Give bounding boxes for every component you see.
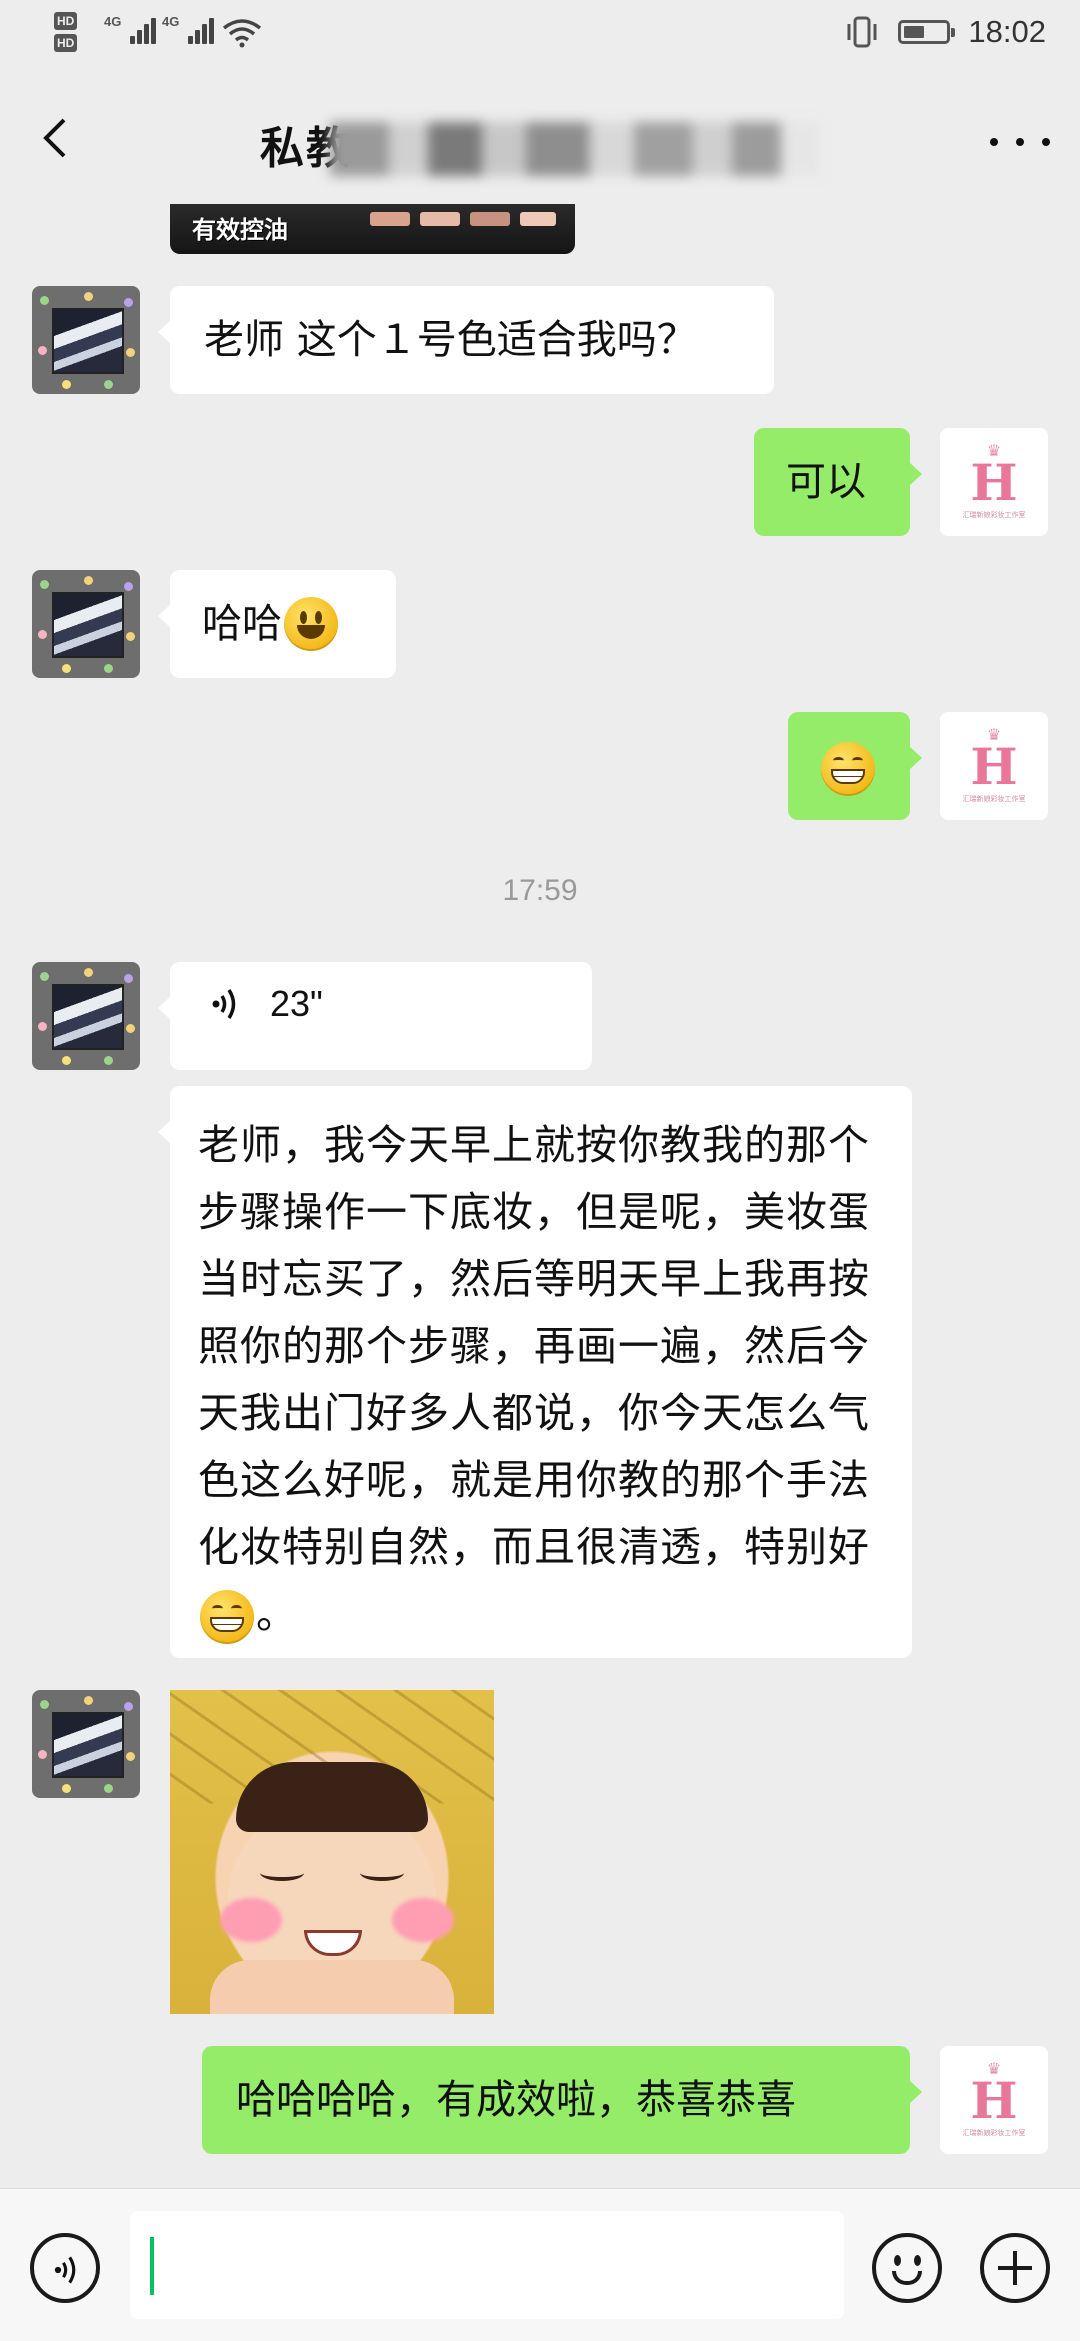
voice-duration: 23" <box>270 983 323 1024</box>
my-avatar[interactable]: ♛ H 汇瑞新娘彩妆工作室 <box>940 428 1048 536</box>
grin-emoji-icon <box>821 742 875 796</box>
status-time: 18:02 <box>968 14 1046 49</box>
my-avatar[interactable]: ♛ H 汇瑞新娘彩妆工作室 <box>940 712 1048 820</box>
transcript-text-end: 。 <box>256 1590 298 1638</box>
previous-image-message[interactable]: 有效控油 <box>170 204 575 254</box>
network-label-1: 4G <box>104 14 122 29</box>
network-indicator: HD HD <box>54 12 78 52</box>
avatar-logo-caption: 汇瑞新娘彩妆工作室 <box>962 511 1026 519</box>
plus-icon[interactable] <box>980 2233 1050 2303</box>
battery-fill <box>904 26 925 38</box>
emoji-icon[interactable] <box>872 2233 942 2303</box>
contact-avatar[interactable] <box>32 962 140 1070</box>
message-bubble-outgoing[interactable] <box>788 712 922 820</box>
contact-avatar[interactable] <box>32 570 140 678</box>
avatar-logo-letter: H <box>970 453 1018 512</box>
battery-icon <box>898 20 956 44</box>
hd-badge-2: HD <box>54 34 78 52</box>
my-avatar[interactable]: ♛ H 汇瑞新娘彩妆工作室 <box>940 2046 1048 2154</box>
message-timestamp: 17:59 <box>502 874 578 907</box>
hd-badge-1: HD <box>54 12 78 30</box>
avatar-logo-caption: 汇瑞新娘彩妆工作室 <box>962 2129 1026 2137</box>
message-bubble-incoming[interactable]: 哈哈 <box>158 570 396 678</box>
avatar-logo-letter: H <box>970 737 1018 796</box>
message-text: 哈哈哈哈，有成效啦，恭喜恭喜 <box>236 2077 796 2123</box>
message-bubble-incoming[interactable]: 老师 这个１号色适合我吗？ <box>158 286 774 394</box>
text-caret <box>150 2237 154 2295</box>
more-dots-icon[interactable] <box>990 130 1050 154</box>
chat-message-list[interactable]: 有效控油 老师 这个１号色适合我吗？ ♛ H 汇瑞新娘彩妆工作室 可以 哈哈 ♛… <box>0 204 1080 2188</box>
title-redaction-mosaic <box>330 122 820 176</box>
input-bar <box>0 2188 1080 2341</box>
contact-avatar[interactable] <box>32 286 140 394</box>
voice-icon <box>54 2256 76 2284</box>
wifi-icon <box>222 19 262 48</box>
signal-icon-2: 4G <box>162 14 214 44</box>
signal-icon-1: 4G <box>104 14 156 44</box>
voice-message-bubble[interactable]: 23" <box>158 962 592 1070</box>
message-text: 哈哈 <box>202 601 282 647</box>
image-caption: 有效控油 <box>192 216 288 244</box>
status-bar: HD HD 4G 4G 18:02 <box>0 0 1080 72</box>
chevron-left-icon[interactable] <box>28 108 88 168</box>
grin-emoji-icon <box>200 1590 254 1644</box>
network-label-2: 4G <box>162 14 180 29</box>
transcript-text: 老师，我今天早上就按你教我的那个步骤操作一下底妆，但是呢，美妆蛋当时忘买了，然后… <box>198 1121 870 1571</box>
avatar-logo-caption: 汇瑞新娘彩妆工作室 <box>962 795 1026 803</box>
message-text: 老师 这个１号色适合我吗？ <box>204 317 697 363</box>
voice-transcript-bubble[interactable]: 老师，我今天早上就按你教我的那个步骤操作一下底妆，但是呢，美妆蛋当时忘买了，然后… <box>158 1086 912 1658</box>
message-bubble-outgoing[interactable]: 可以 <box>754 428 922 536</box>
message-bubble-outgoing[interactable]: 哈哈哈哈，有成效啦，恭喜恭喜 <box>202 2046 922 2154</box>
message-text: 可以 <box>786 459 866 505</box>
smile-emoji-icon <box>284 597 338 651</box>
message-input[interactable] <box>130 2211 844 2319</box>
chat-header: 私教 <box>0 72 1080 204</box>
avatar-logo-letter: H <box>970 2071 1018 2130</box>
contact-avatar[interactable] <box>32 1690 140 1798</box>
voice-wave-icon <box>212 989 236 1019</box>
baby-smile-sticker[interactable] <box>170 1690 494 2014</box>
voice-input-button[interactable] <box>30 2233 100 2303</box>
vibrate-icon <box>847 16 877 48</box>
